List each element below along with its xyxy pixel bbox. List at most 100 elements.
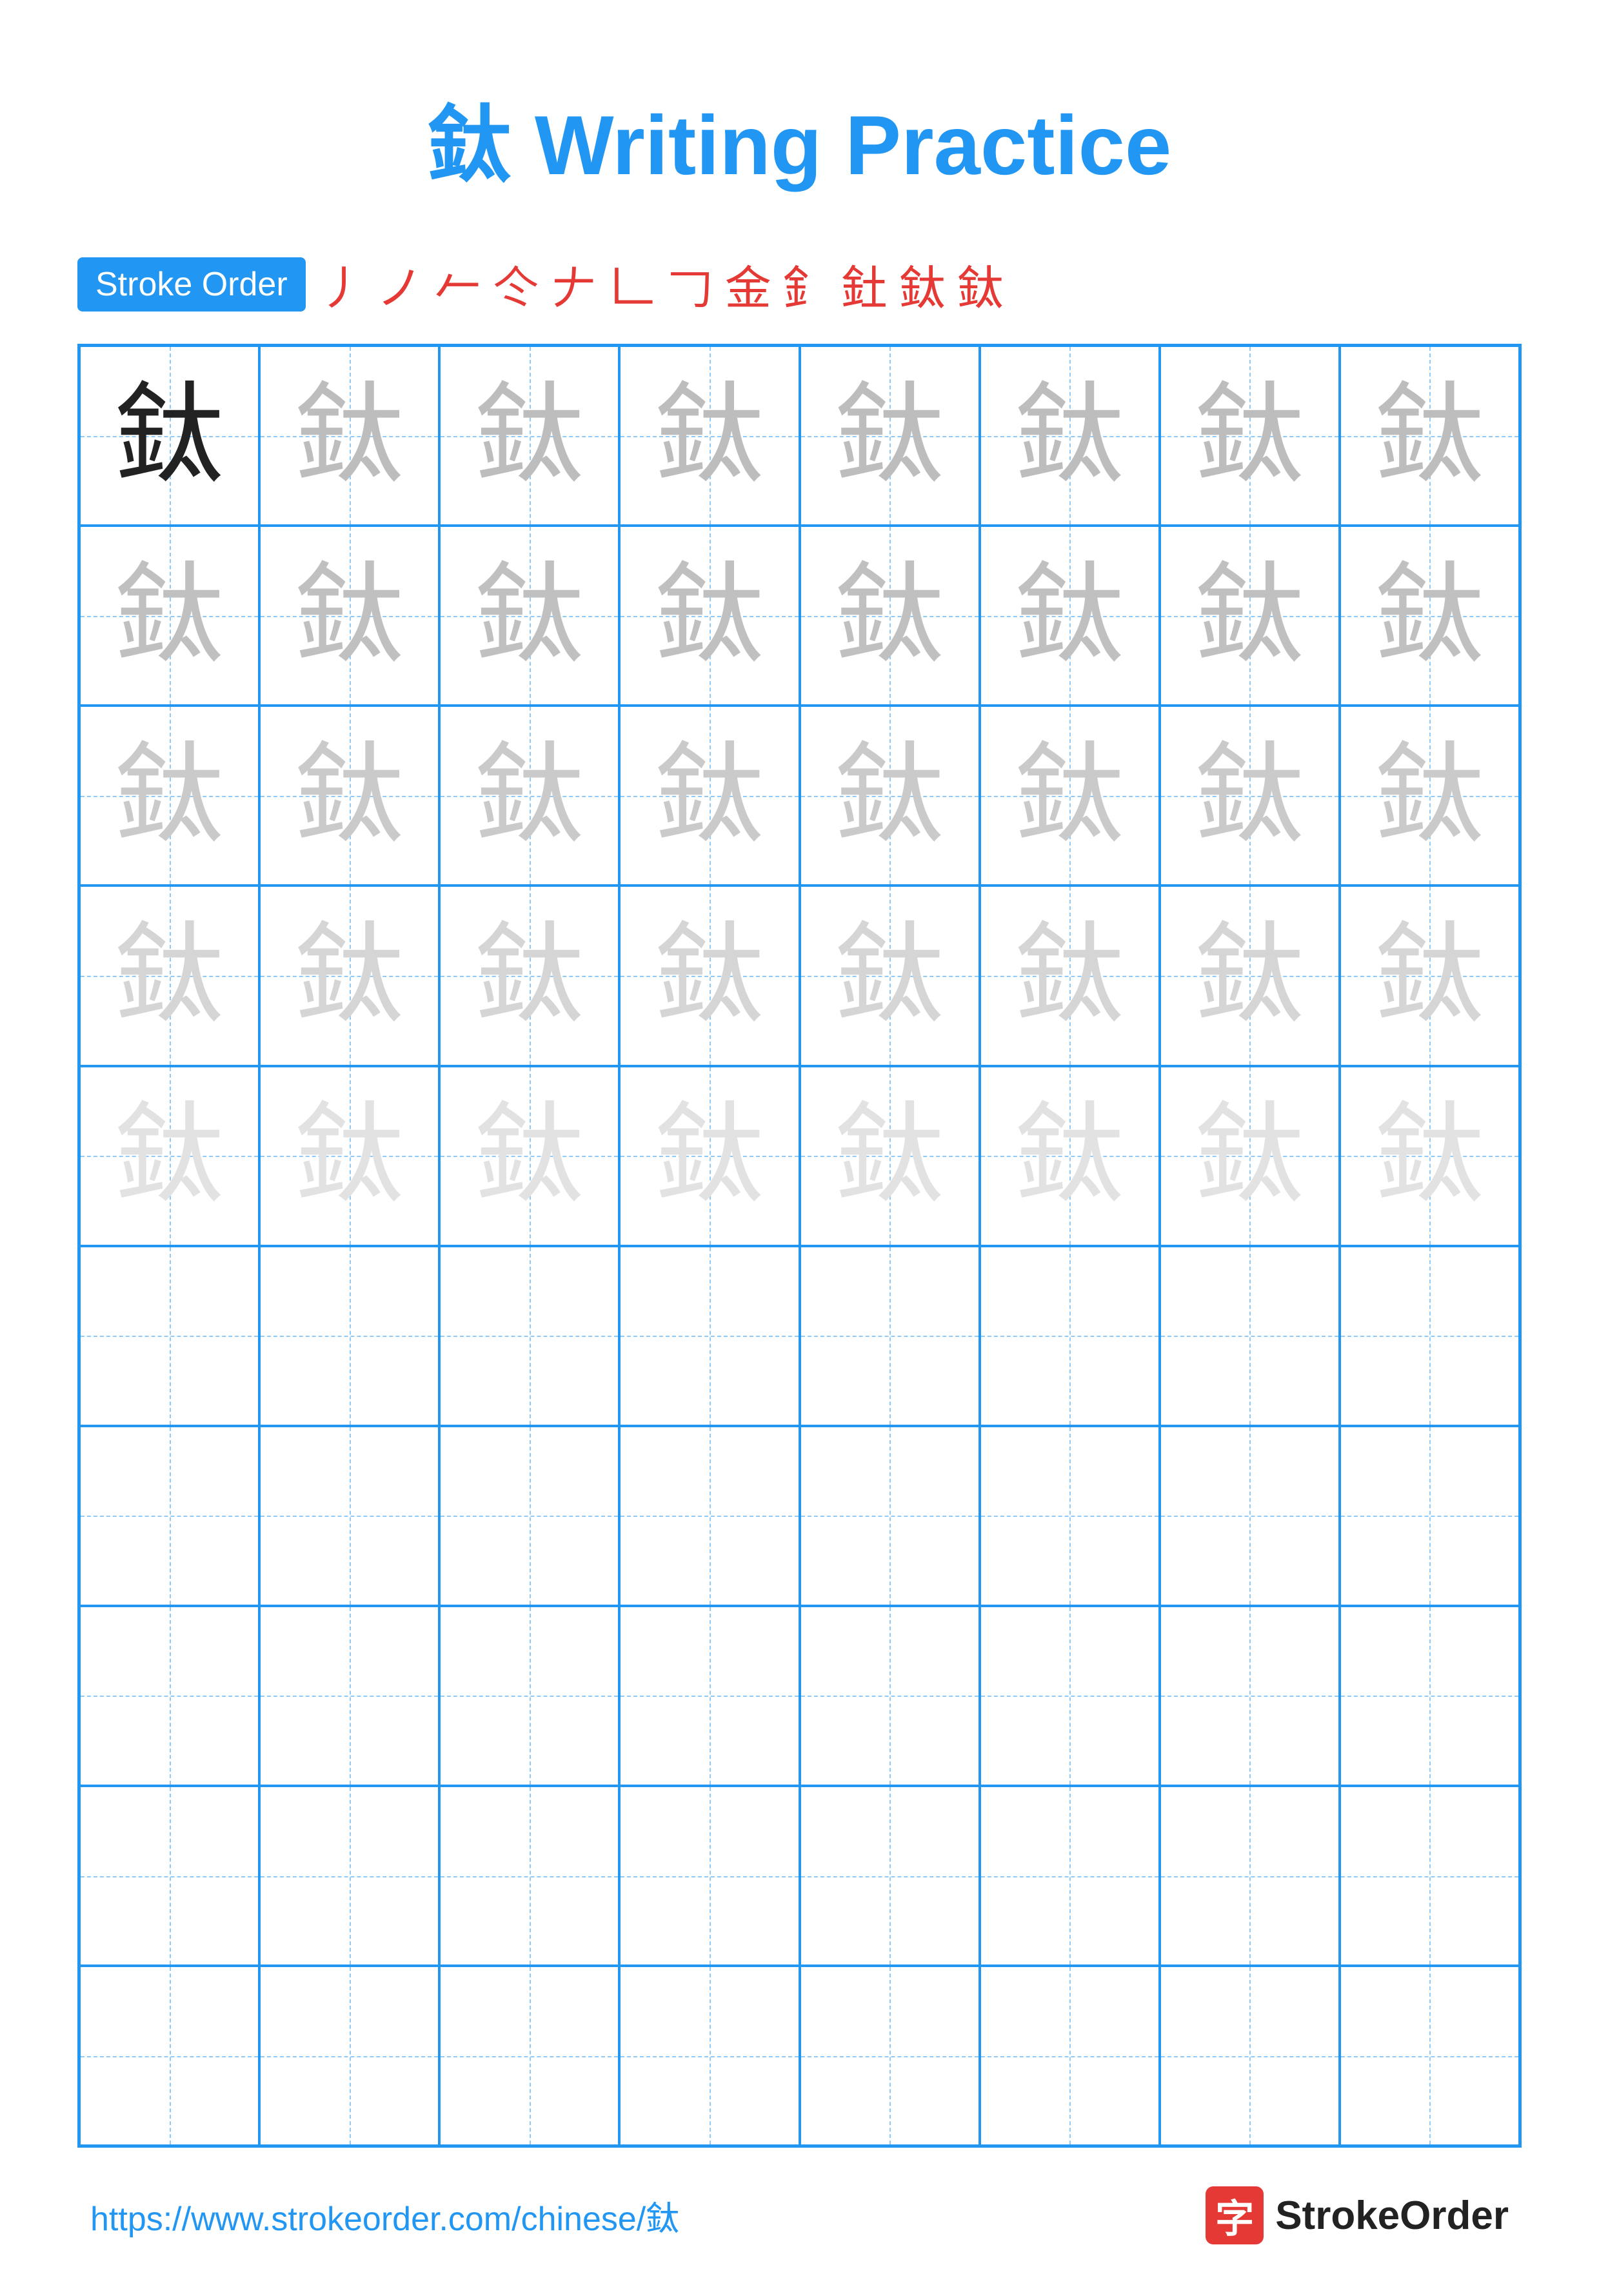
grid-cell[interactable]: 鈦 <box>79 706 259 886</box>
grid-cell[interactable]: 鈦 <box>1160 346 1340 526</box>
grid-cell[interactable] <box>800 1606 980 1786</box>
grid-cell[interactable] <box>439 1606 619 1786</box>
grid-cell[interactable]: 鈦 <box>259 886 439 1065</box>
practice-char: 鈦 <box>115 381 224 491</box>
grid-cell[interactable]: 鈦 <box>800 526 980 706</box>
grid-cell[interactable] <box>1340 1786 1520 1966</box>
grid-cell[interactable] <box>800 1246 980 1426</box>
grid-cell[interactable]: 鈦 <box>980 526 1160 706</box>
footer: https://www.strokeorder.com/chinese/鈦 字 … <box>77 2186 1522 2244</box>
grid-cell[interactable] <box>619 1786 799 1966</box>
practice-char: 鈦 <box>655 561 764 671</box>
grid-cell[interactable]: 鈦 <box>1340 886 1520 1065</box>
practice-char: 鈦 <box>295 741 404 851</box>
grid-row <box>79 1246 1520 1426</box>
grid-row: 鈦 鈦 鈦 鈦 鈦 鈦 鈦 鈦 <box>79 886 1520 1065</box>
practice-char: 鈦 <box>1195 921 1304 1031</box>
practice-char: 鈦 <box>115 1101 224 1211</box>
grid-cell[interactable]: 鈦 <box>439 886 619 1065</box>
grid-cell[interactable] <box>259 1786 439 1966</box>
grid-cell[interactable]: 鈦 <box>79 886 259 1065</box>
grid-cell[interactable]: 鈦 <box>1340 1066 1520 1246</box>
grid-cell[interactable] <box>980 1966 1160 2146</box>
grid-cell[interactable] <box>439 1966 619 2146</box>
grid-cell[interactable] <box>1160 1786 1340 1966</box>
grid-cell[interactable] <box>79 1786 259 1966</box>
grid-cell[interactable] <box>619 1606 799 1786</box>
grid-cell[interactable] <box>259 1426 439 1606</box>
grid-cell[interactable]: 鈦 <box>1340 706 1520 886</box>
grid-cell[interactable]: 鈦 <box>619 346 799 526</box>
grid-cell[interactable] <box>800 1966 980 2146</box>
grid-cell[interactable] <box>980 1246 1160 1426</box>
grid-cell[interactable] <box>439 1246 619 1426</box>
grid-cell[interactable]: 鈦 <box>980 886 1160 1065</box>
grid-cell[interactable]: 鈦 <box>1160 886 1340 1065</box>
grid-cell[interactable]: 鈦 <box>1160 526 1340 706</box>
grid-cell[interactable]: 鈦 <box>619 1066 799 1246</box>
grid-cell[interactable]: 鈦 <box>1160 1066 1340 1246</box>
grid-cell[interactable]: 鈦 <box>439 526 619 706</box>
grid-cell[interactable] <box>259 1966 439 2146</box>
grid-cell[interactable] <box>980 1786 1160 1966</box>
practice-char: 鈦 <box>1015 381 1124 491</box>
grid-cell[interactable] <box>800 1786 980 1966</box>
grid-cell[interactable]: 鈦 <box>980 706 1160 886</box>
grid-cell[interactable]: 鈦 <box>79 346 259 526</box>
grid-cell[interactable]: 鈦 <box>980 346 1160 526</box>
grid-cell[interactable]: 鈦 <box>259 706 439 886</box>
grid-cell[interactable] <box>1340 1246 1520 1426</box>
practice-char: 鈦 <box>1375 381 1484 491</box>
grid-cell[interactable]: 鈦 <box>1340 526 1520 706</box>
grid-cell[interactable] <box>619 1426 799 1606</box>
grid-cell[interactable] <box>1340 1966 1520 2146</box>
grid-cell[interactable] <box>1160 1966 1340 2146</box>
grid-cell[interactable] <box>1160 1246 1340 1426</box>
grid-cell[interactable]: 鈦 <box>439 1066 619 1246</box>
grid-cell[interactable] <box>980 1606 1160 1786</box>
practice-char: 鈦 <box>1375 741 1484 851</box>
grid-cell[interactable] <box>1340 1426 1520 1606</box>
grid-cell[interactable]: 鈦 <box>800 706 980 886</box>
practice-char: 鈦 <box>655 381 764 491</box>
grid-cell[interactable]: 鈦 <box>79 1066 259 1246</box>
grid-cell[interactable]: 鈦 <box>619 886 799 1065</box>
grid-cell[interactable] <box>1160 1426 1340 1606</box>
grid-cell[interactable] <box>259 1606 439 1786</box>
grid-cell[interactable]: 鈦 <box>1340 346 1520 526</box>
grid-cell[interactable] <box>439 1426 619 1606</box>
grid-cell[interactable] <box>259 1246 439 1426</box>
grid-cell[interactable]: 鈦 <box>259 346 439 526</box>
stroke-order-badge: Stroke Order <box>77 257 306 312</box>
grid-cell[interactable]: 鈦 <box>439 346 619 526</box>
practice-char: 鈦 <box>1015 741 1124 851</box>
grid-cell[interactable] <box>800 1426 980 1606</box>
grid-cell[interactable] <box>619 1246 799 1426</box>
footer-url[interactable]: https://www.strokeorder.com/chinese/鈦 <box>90 2192 679 2240</box>
grid-cell[interactable]: 鈦 <box>800 1066 980 1246</box>
grid-row <box>79 1426 1520 1606</box>
grid-cell[interactable]: 鈦 <box>1160 706 1340 886</box>
grid-cell[interactable] <box>79 1426 259 1606</box>
grid-cell[interactable]: 鈦 <box>619 526 799 706</box>
grid-cell[interactable] <box>439 1786 619 1966</box>
practice-char: 鈦 <box>475 741 584 851</box>
grid-cell[interactable]: 鈦 <box>980 1066 1160 1246</box>
practice-char: 鈦 <box>1195 561 1304 671</box>
grid-cell[interactable] <box>1340 1606 1520 1786</box>
grid-cell[interactable]: 鈦 <box>259 1066 439 1246</box>
grid-cell[interactable] <box>79 1966 259 2146</box>
grid-cell[interactable]: 鈦 <box>800 886 980 1065</box>
grid-cell[interactable]: 鈦 <box>619 706 799 886</box>
grid-cell[interactable]: 鈦 <box>439 706 619 886</box>
grid-cell[interactable] <box>619 1966 799 2146</box>
grid-cell[interactable]: 鈦 <box>800 346 980 526</box>
grid-cell[interactable] <box>980 1426 1160 1606</box>
grid-cell[interactable] <box>79 1606 259 1786</box>
grid-cell[interactable] <box>1160 1606 1340 1786</box>
grid-cell[interactable] <box>79 1246 259 1426</box>
grid-cell[interactable]: 鈦 <box>79 526 259 706</box>
practice-char: 鈦 <box>115 741 224 851</box>
practice-grid: 鈦 鈦 鈦 鈦 鈦 鈦 鈦 鈦 <box>77 344 1522 2148</box>
grid-cell[interactable]: 鈦 <box>259 526 439 706</box>
